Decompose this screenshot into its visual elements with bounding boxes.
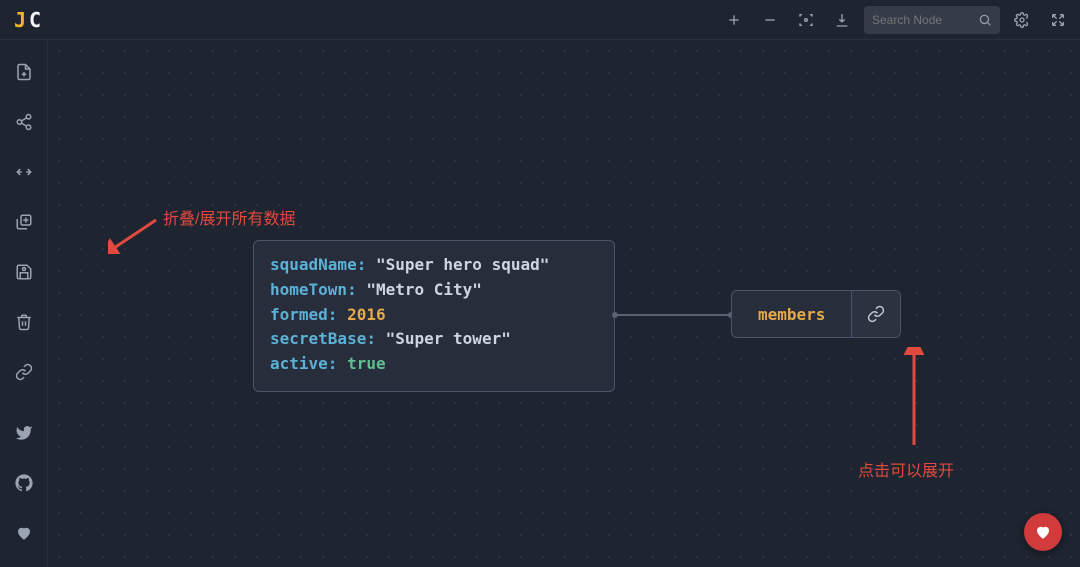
expand-link-icon[interactable] <box>852 291 900 337</box>
gear-icon[interactable] <box>1008 6 1036 34</box>
logo-letter-c: C <box>29 8 42 32</box>
key-secretBase: secretBase: <box>270 329 376 348</box>
app-logo: JC <box>14 8 42 32</box>
val-formed: 2016 <box>347 305 386 324</box>
annotation-arrow-1 <box>108 218 158 254</box>
twitter-icon[interactable] <box>8 417 40 449</box>
val-homeTown: "Metro City" <box>366 280 482 299</box>
logo-letter-j: J <box>14 8 27 32</box>
graph-edge <box>615 314 731 316</box>
share-icon[interactable] <box>8 106 40 138</box>
toggle-layout-icon[interactable] <box>8 156 40 188</box>
key-squadName: squadName: <box>270 255 366 274</box>
github-icon[interactable] <box>8 467 40 499</box>
annotation-collapse-expand: 折叠/展开所有数据 <box>163 205 295 229</box>
members-node[interactable]: members <box>731 290 901 338</box>
fullscreen-icon[interactable] <box>1044 6 1072 34</box>
search-box[interactable] <box>864 6 1000 34</box>
delete-icon[interactable] <box>8 306 40 338</box>
val-secretBase: "Super tower" <box>386 329 511 348</box>
save-icon[interactable] <box>8 256 40 288</box>
key-formed: formed: <box>270 305 337 324</box>
members-label: members <box>732 291 852 337</box>
zoom-in-icon[interactable] <box>720 6 748 34</box>
favorite-fab[interactable] <box>1024 513 1062 551</box>
new-file-icon[interactable] <box>8 56 40 88</box>
link-icon[interactable] <box>8 356 40 388</box>
graph-canvas[interactable]: squadName: "Super hero squad" homeTown: … <box>48 40 1080 567</box>
focus-icon[interactable] <box>792 6 820 34</box>
topbar: JC <box>0 0 1080 40</box>
download-icon[interactable] <box>828 6 856 34</box>
zoom-out-icon[interactable] <box>756 6 784 34</box>
key-active: active: <box>270 354 337 373</box>
val-active: true <box>347 354 386 373</box>
annotation-arrow-2 <box>904 347 924 447</box>
sidebar <box>0 40 48 567</box>
search-input[interactable] <box>872 13 972 27</box>
key-homeTown: homeTown: <box>270 280 357 299</box>
json-root-node[interactable]: squadName: "Super hero squad" homeTown: … <box>253 240 615 392</box>
annotation-click-expand: 点击可以展开 <box>858 457 954 481</box>
collapse-all-icon[interactable] <box>8 206 40 238</box>
search-icon <box>978 13 992 27</box>
top-tools <box>720 6 1072 34</box>
val-squadName: "Super hero squad" <box>376 255 549 274</box>
heart-icon[interactable] <box>8 517 40 549</box>
